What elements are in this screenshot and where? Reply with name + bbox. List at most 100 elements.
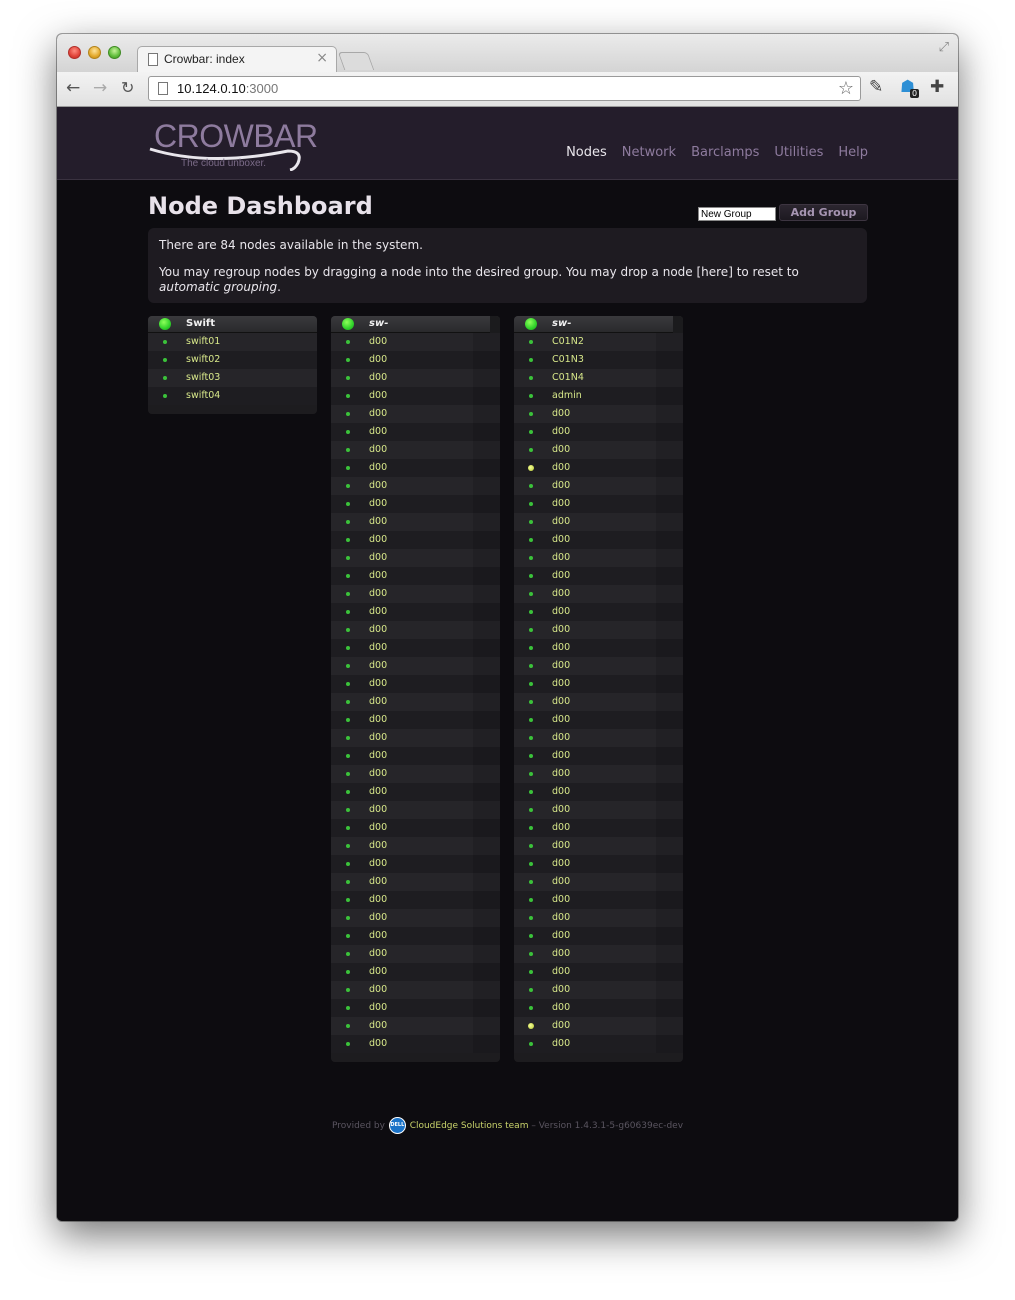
- forward-arrow-icon[interactable]: →: [93, 78, 107, 98]
- node-label[interactable]: d00: [369, 732, 387, 743]
- node-row[interactable]: d00: [514, 1017, 683, 1035]
- node-label[interactable]: d00: [552, 570, 570, 581]
- node-label[interactable]: d00: [369, 786, 387, 797]
- node-label[interactable]: d00: [552, 714, 570, 725]
- node-row[interactable]: d00: [514, 585, 683, 603]
- node-row[interactable]: d00: [331, 765, 500, 783]
- node-row[interactable]: d00: [331, 639, 500, 657]
- node-label[interactable]: d00: [369, 570, 387, 581]
- node-row[interactable]: d00: [331, 729, 500, 747]
- node-row[interactable]: d00: [331, 531, 500, 549]
- node-row[interactable]: d00: [331, 603, 500, 621]
- node-label[interactable]: d00: [369, 930, 387, 941]
- node-row[interactable]: d00: [331, 837, 500, 855]
- browser-tab[interactable]: Crowbar: index ×: [137, 46, 337, 73]
- node-row[interactable]: admin: [514, 387, 683, 405]
- node-label[interactable]: d00: [552, 624, 570, 635]
- node-label[interactable]: d00: [369, 912, 387, 923]
- node-label[interactable]: C01N4: [552, 372, 584, 383]
- node-label[interactable]: d00: [369, 462, 387, 473]
- node-row[interactable]: d00: [514, 549, 683, 567]
- reload-icon[interactable]: ↻: [121, 78, 134, 97]
- node-row[interactable]: d00: [331, 927, 500, 945]
- node-label[interactable]: d00: [369, 894, 387, 905]
- node-row[interactable]: d00: [331, 999, 500, 1017]
- node-row[interactable]: d00: [514, 981, 683, 999]
- node-label[interactable]: d00: [552, 588, 570, 599]
- url-text[interactable]: 10.124.0.10:3000: [177, 81, 278, 96]
- nav-nodes[interactable]: Nodes: [566, 145, 607, 160]
- nav-barclamps[interactable]: Barclamps: [691, 145, 759, 160]
- node-label[interactable]: d00: [552, 552, 570, 563]
- node-row[interactable]: d00: [514, 423, 683, 441]
- node-row[interactable]: C01N4: [514, 369, 683, 387]
- node-label[interactable]: d00: [552, 408, 570, 419]
- node-label[interactable]: d00: [552, 786, 570, 797]
- node-row[interactable]: d00: [331, 333, 500, 351]
- node-row[interactable]: d00: [514, 783, 683, 801]
- automatic-grouping-drop-target[interactable]: automatic grouping: [159, 280, 277, 294]
- node-row[interactable]: swift04: [148, 387, 317, 405]
- new-group-input[interactable]: [698, 207, 776, 221]
- node-row[interactable]: d00: [331, 693, 500, 711]
- add-group-button[interactable]: Add Group: [779, 204, 868, 221]
- node-row[interactable]: swift02: [148, 351, 317, 369]
- node-label[interactable]: d00: [552, 516, 570, 527]
- node-row[interactable]: d00: [331, 657, 500, 675]
- node-label[interactable]: d00: [369, 1038, 387, 1049]
- node-label[interactable]: d00: [369, 696, 387, 707]
- group-header[interactable]: sw-: [514, 316, 683, 333]
- node-label[interactable]: d00: [552, 678, 570, 689]
- zoom-window-button[interactable]: [108, 46, 121, 59]
- node-row[interactable]: d00: [331, 1017, 500, 1035]
- pipette-icon[interactable]: ✎: [869, 77, 883, 97]
- node-label[interactable]: d00: [552, 930, 570, 941]
- back-arrow-icon[interactable]: ←: [66, 78, 80, 98]
- node-row[interactable]: d00: [514, 1035, 683, 1053]
- node-row[interactable]: d00: [331, 873, 500, 891]
- footer-team-link[interactable]: CloudEdge Solutions team: [410, 1121, 529, 1131]
- node-row[interactable]: d00: [331, 711, 500, 729]
- node-label[interactable]: d00: [369, 372, 387, 383]
- node-label[interactable]: d00: [552, 696, 570, 707]
- node-label[interactable]: swift02: [186, 354, 220, 365]
- node-label[interactable]: d00: [369, 624, 387, 635]
- node-row[interactable]: d00: [514, 945, 683, 963]
- node-row[interactable]: d00: [514, 693, 683, 711]
- node-label[interactable]: d00: [369, 948, 387, 959]
- node-label[interactable]: d00: [369, 498, 387, 509]
- node-label[interactable]: d00: [369, 858, 387, 869]
- node-row[interactable]: d00: [331, 801, 500, 819]
- node-label[interactable]: d00: [369, 516, 387, 527]
- node-label[interactable]: d00: [552, 948, 570, 959]
- node-label[interactable]: admin: [552, 390, 582, 401]
- node-row[interactable]: d00: [514, 747, 683, 765]
- node-row[interactable]: swift01: [148, 333, 317, 351]
- node-label[interactable]: d00: [369, 768, 387, 779]
- node-label[interactable]: d00: [369, 426, 387, 437]
- node-row[interactable]: d00: [514, 405, 683, 423]
- node-row[interactable]: d00: [514, 729, 683, 747]
- node-label[interactable]: d00: [369, 1020, 387, 1031]
- address-bar[interactable]: 10.124.0.10:3000 ☆: [148, 76, 861, 101]
- node-label[interactable]: swift03: [186, 372, 220, 383]
- node-label[interactable]: d00: [552, 642, 570, 653]
- node-label[interactable]: d00: [369, 444, 387, 455]
- node-row[interactable]: d00: [331, 351, 500, 369]
- node-group-swift[interactable]: Swift swift01 swift02 swift03 swift04: [148, 316, 317, 414]
- node-row[interactable]: d00: [514, 765, 683, 783]
- node-row[interactable]: d00: [331, 441, 500, 459]
- node-row[interactable]: d00: [514, 675, 683, 693]
- crowbar-logo[interactable]: CROWBAR The cloud unboxer.: [148, 118, 318, 179]
- node-label[interactable]: d00: [552, 984, 570, 995]
- node-label[interactable]: swift04: [186, 390, 220, 401]
- node-label[interactable]: d00: [369, 804, 387, 815]
- node-row[interactable]: d00: [514, 495, 683, 513]
- bookmark-star-icon[interactable]: ☆: [838, 78, 854, 99]
- node-row[interactable]: d00: [331, 819, 500, 837]
- node-label[interactable]: d00: [552, 444, 570, 455]
- node-label[interactable]: d00: [552, 732, 570, 743]
- node-label[interactable]: d00: [369, 480, 387, 491]
- node-label[interactable]: d00: [552, 1002, 570, 1013]
- node-row[interactable]: d00: [331, 405, 500, 423]
